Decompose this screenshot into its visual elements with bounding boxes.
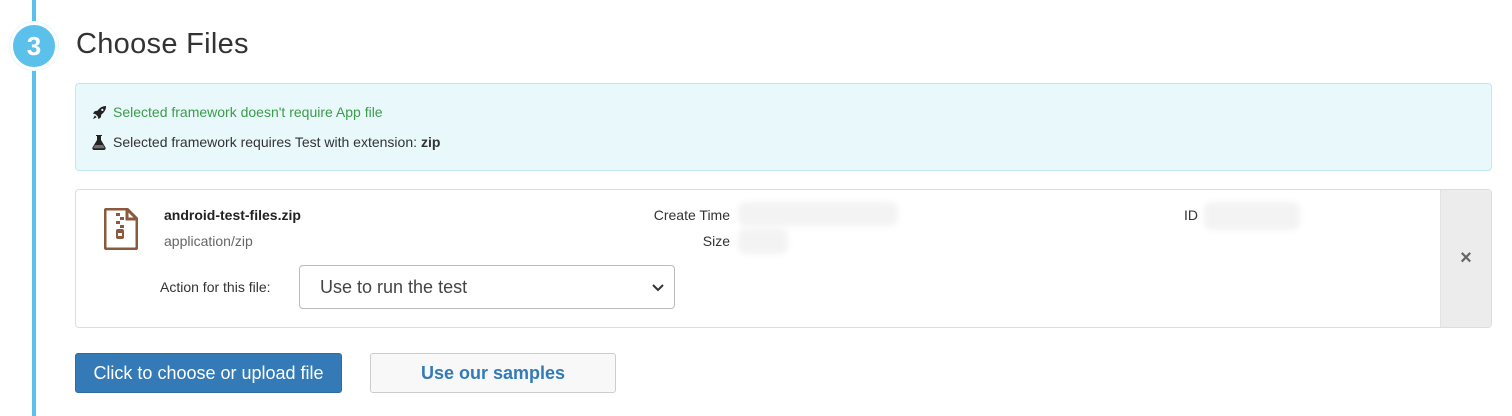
test-extension: zip (421, 134, 441, 150)
create-time-label: Create Time (653, 207, 730, 223)
rocket-icon (91, 104, 107, 120)
size-value-redacted (738, 228, 788, 254)
action-for-file-label: Action for this file: (160, 279, 271, 295)
file-action-select[interactable]: Use to run the test (299, 265, 675, 309)
file-name: android-test-files.zip (164, 207, 301, 223)
zip-file-icon (103, 207, 139, 251)
app-requirement-text: Selected framework doesn't require App f… (113, 104, 383, 120)
upload-file-button[interactable]: Click to choose or upload file (75, 353, 342, 393)
test-requirement-text: Selected framework requires Test with ex… (113, 134, 417, 150)
chevron-down-icon (650, 279, 666, 295)
flask-icon (91, 134, 107, 150)
create-time-value-redacted (738, 202, 898, 226)
section-title: Choose Files (76, 28, 249, 60)
remove-file-button[interactable]: × (1440, 190, 1491, 327)
file-action-selected-value: Use to run the test (320, 276, 468, 297)
uploaded-file-card: android-test-files.zip application/zip C… (75, 189, 1492, 328)
app-requirement-message: Selected framework doesn't require App f… (91, 104, 383, 120)
use-samples-button[interactable]: Use our samples (370, 353, 616, 393)
id-label: ID (1184, 207, 1198, 223)
test-requirement-message: Selected framework requires Test with ex… (91, 134, 440, 150)
size-label: Size (702, 233, 730, 249)
file-mime-type: application/zip (164, 233, 253, 249)
id-value-redacted (1204, 202, 1300, 230)
close-icon: × (1460, 247, 1472, 269)
framework-info-box: Selected framework doesn't require App f… (75, 83, 1492, 171)
step-number-badge: 3 (10, 22, 58, 70)
